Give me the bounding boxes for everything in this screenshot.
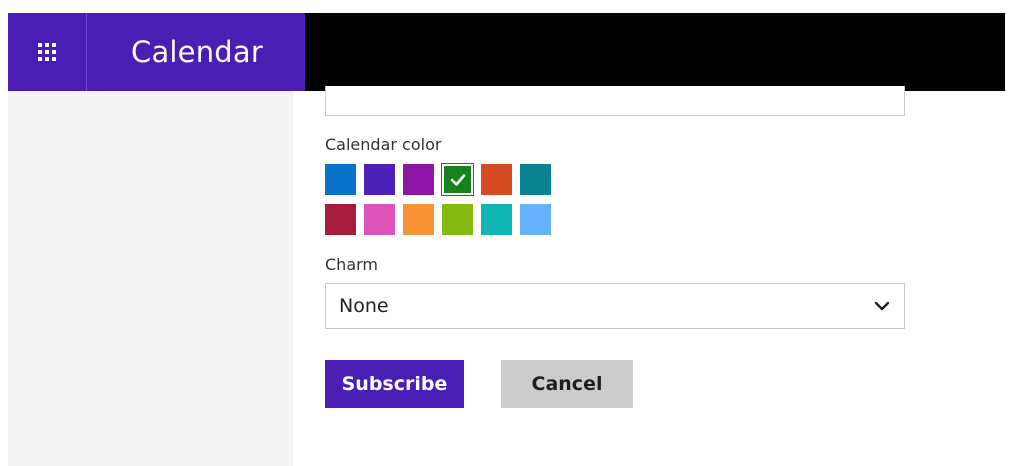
color-swatch[interactable] [403,164,434,195]
color-swatch[interactable] [364,204,395,235]
color-swatch[interactable] [520,164,551,195]
color-swatch[interactable] [441,163,474,196]
sidebar-panel [8,91,293,466]
calendar-url-input[interactable] [325,86,905,116]
app-title: Calendar [131,35,264,69]
color-swatch[interactable] [364,164,395,195]
color-swatch[interactable] [520,204,551,235]
app-launcher-button[interactable] [8,13,87,91]
color-swatch[interactable] [481,164,512,195]
calendar-subscribe-page: Calendar Calendar color Charm None Subsc… [0,0,1010,466]
header-bar-right [305,13,1005,91]
charm-select[interactable]: None [325,283,905,329]
chevron-down-icon [874,301,890,311]
charm-select-value: None [339,295,389,317]
color-swatch[interactable] [403,204,434,235]
calendar-color-label: Calendar color [325,135,442,154]
cancel-button[interactable]: Cancel [501,360,633,408]
color-swatch[interactable] [481,204,512,235]
app-header: Calendar [8,13,305,91]
checkmark-icon [450,173,465,186]
color-swatch[interactable] [325,204,356,235]
waffle-grid-icon [38,43,56,61]
color-swatch[interactable] [442,204,473,235]
subscribe-button[interactable]: Subscribe [325,360,464,408]
color-swatch[interactable] [325,164,356,195]
charm-label: Charm [325,255,378,274]
